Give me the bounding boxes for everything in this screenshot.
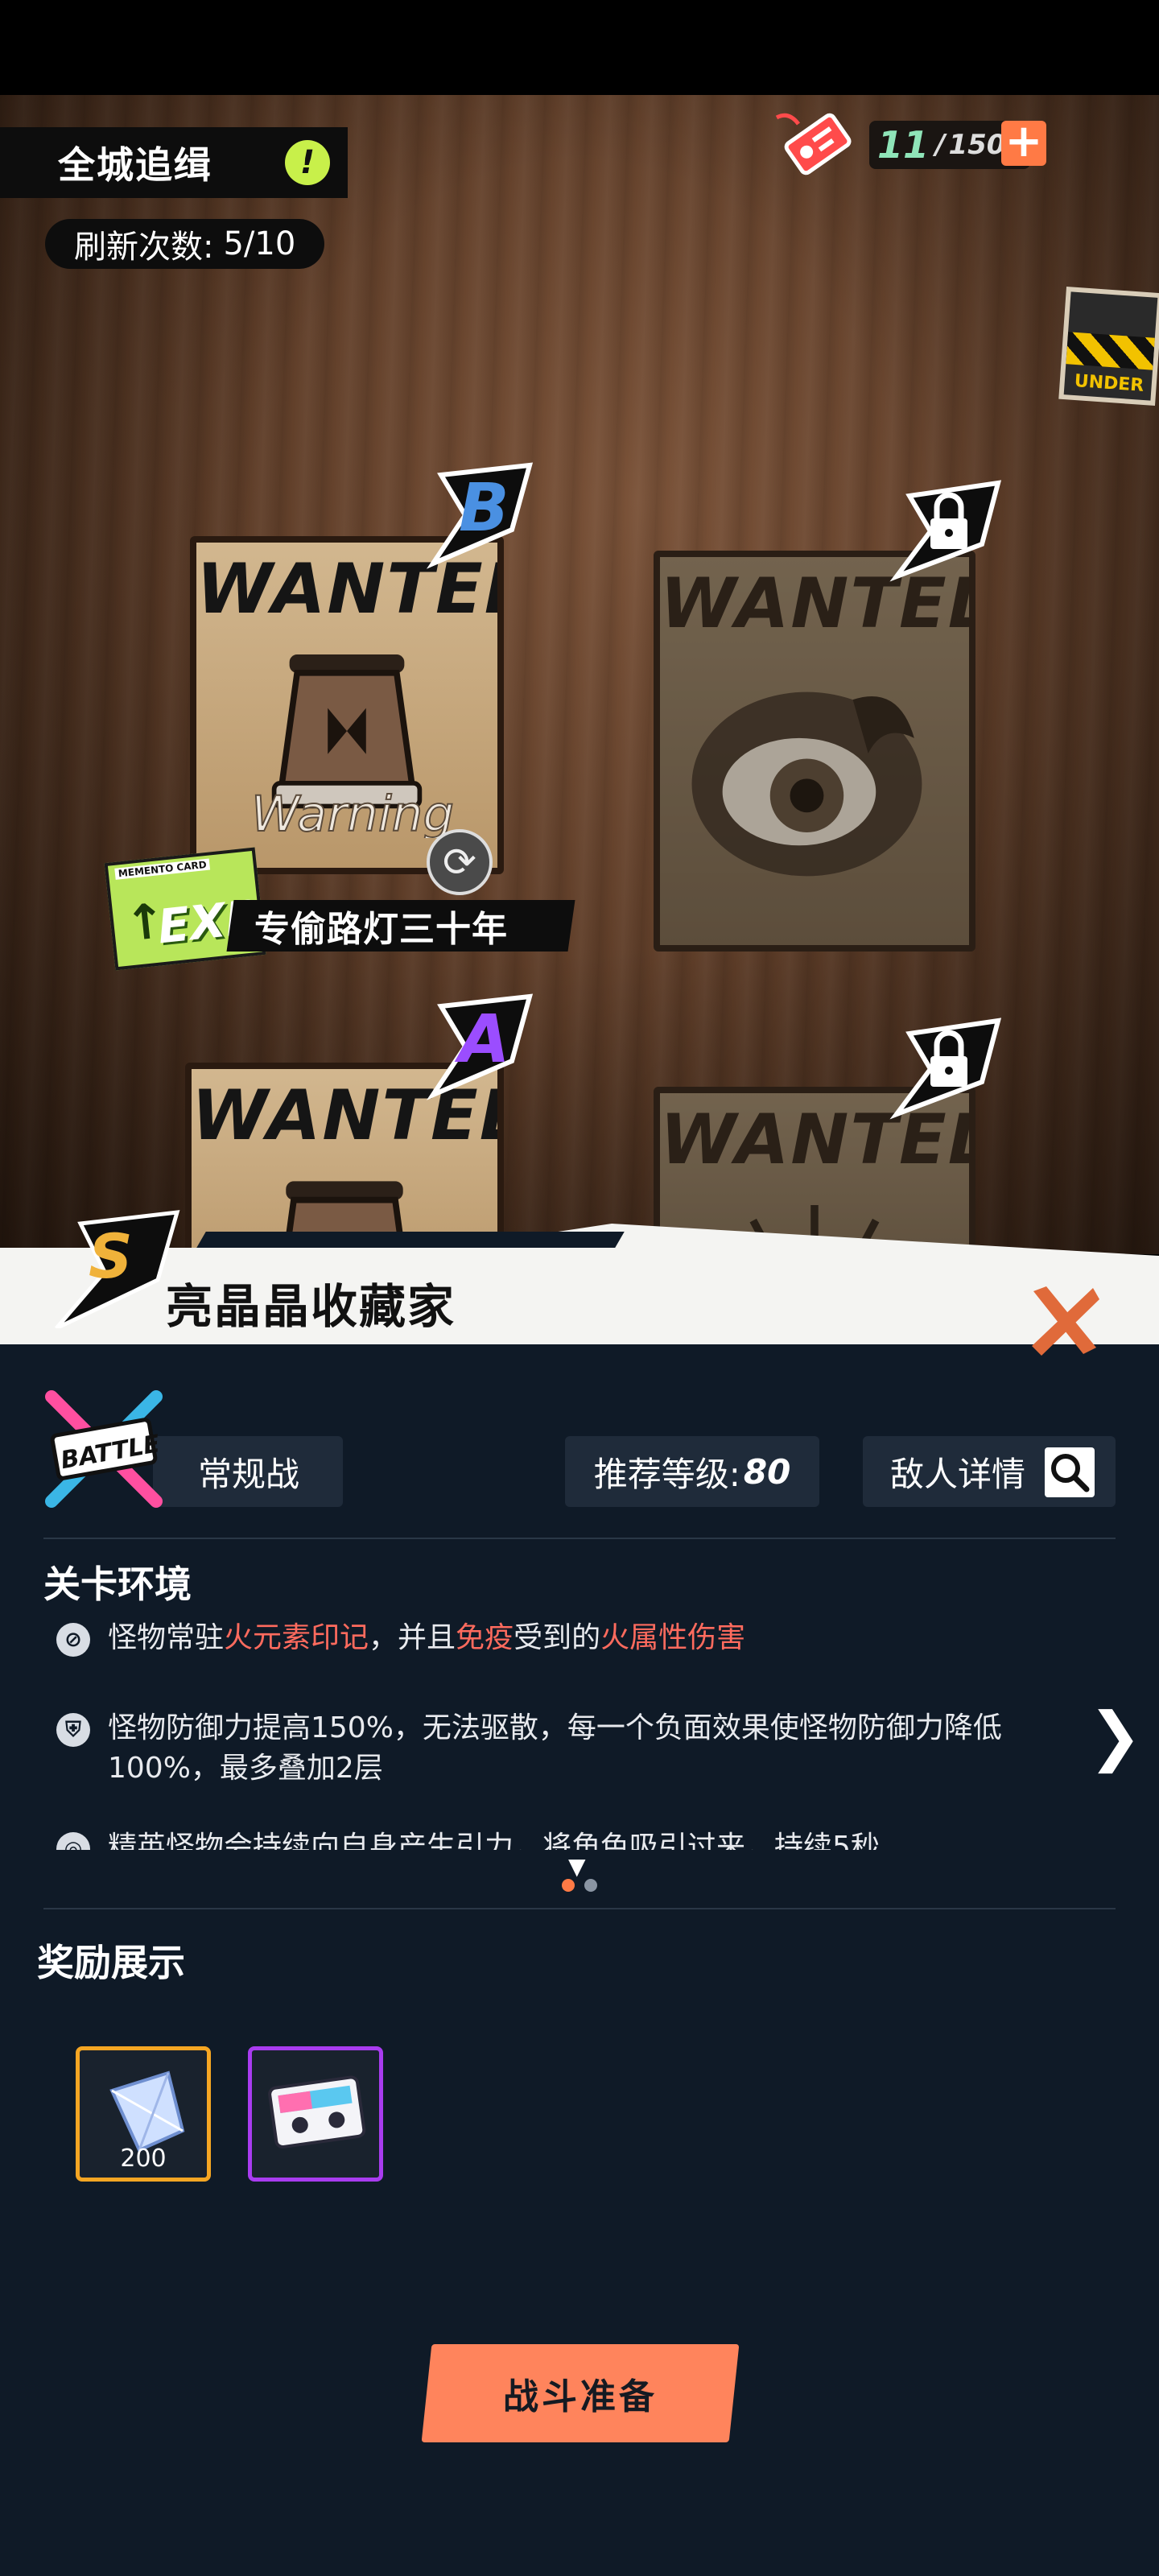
environment-rule-1-text: 怪物常驻火元素印记，并且免疫受到的火属性伤害 <box>108 1618 1087 1658</box>
eye-monster-portrait <box>691 691 922 877</box>
environment-rule-3: ◎ 精英怪物会持续向自身产生引力，将角色吸引过来，持续5秒 <box>56 1827 1087 1850</box>
rule-text: 怪物常驻 <box>108 1621 225 1654</box>
svg-text:Warning: Warning <box>251 786 454 839</box>
reward-count: 200 <box>120 2145 167 2173</box>
next-page-arrow[interactable]: ❯ <box>1088 1699 1142 1773</box>
target-detail-panel: S 亮晶晶收藏家 BATTLE 常规战 推荐等级: 80 敌人详情 关卡环境 ⊘… <box>0 1210 1159 2576</box>
gravity-icon: ◎ <box>56 1832 90 1850</box>
lock-icon <box>889 1018 1002 1120</box>
environment-rule-2: ⛨ 怪物防御力提高150%，无法驱散，每一个负面效果使怪物防御力降低100%，最… <box>56 1708 1087 1789</box>
page-dot[interactable] <box>584 1879 597 1892</box>
rule-highlight: 火元素印记 <box>224 1621 369 1654</box>
hazard-stripe <box>1066 332 1159 372</box>
target-name-banner: 专偷路灯三十年 <box>226 900 575 952</box>
environment-title: 关卡环境 <box>43 1563 192 1606</box>
refresh-label: 刷新次数: <box>74 229 214 266</box>
ticket-icon <box>775 113 852 175</box>
environment-rule-3-text: 精英怪物会持续向自身产生引力，将角色吸引过来，持续5秒 <box>108 1831 880 1850</box>
cassette-icon <box>268 2075 366 2149</box>
ticket-max: 150 <box>948 129 1006 161</box>
info-icon[interactable]: ! <box>285 140 330 185</box>
panel-accent-stripe <box>196 1232 625 1248</box>
battle-icon: BATTLE <box>45 1390 163 1508</box>
scroll-down-indicator: ▼ <box>568 1853 586 1880</box>
divider <box>43 1908 1116 1909</box>
ticket-separator: / <box>935 129 946 161</box>
search-icon <box>1045 1447 1095 1497</box>
rank-badge-s: S <box>40 1191 185 1331</box>
rank-badge-a: A <box>409 990 546 1103</box>
lock-badge-2 <box>877 1009 1014 1122</box>
ticket-counter: 11 / 150 + <box>773 109 1054 177</box>
rank-letter-b: B <box>459 470 509 547</box>
enemy-details-button[interactable]: 敌人详情 <box>863 1436 1116 1507</box>
refresh-value: 5/10 <box>223 225 296 262</box>
immune-icon: ⊘ <box>56 1623 90 1657</box>
environment-rule-3-row: ◎ 精英怪物会持续向自身产生引力，将角色吸引过来，持续5秒 <box>56 1827 1087 1850</box>
rule-highlight: 火属性伤害 <box>600 1621 746 1654</box>
boss-name: 亮晶晶收藏家 <box>166 1279 456 1334</box>
battle-type: 常规战 <box>198 1454 300 1494</box>
recommended-level-label: 推荐等级: <box>593 1454 740 1494</box>
lock-icon <box>889 480 1002 582</box>
wanted-poster-2[interactable]: WANTED <box>654 551 975 952</box>
add-tickets-button[interactable]: + <box>1001 119 1046 166</box>
recommended-level-value: 80 <box>743 1451 791 1492</box>
wanted-poster-1[interactable]: WANTED Warning <box>190 536 504 874</box>
rule-text: 受到的 <box>514 1621 601 1654</box>
reward-item-cassette[interactable] <box>248 2046 383 2182</box>
battle-type-chip: 常规战 <box>153 1436 343 1507</box>
close-button[interactable] <box>1024 1280 1104 1360</box>
rule-highlight: 免疫 <box>456 1621 514 1654</box>
environment-rule-2-text: 怪物防御力提高150%，无法驱散，每一个负面效果使怪物防御力降低100%，最多叠… <box>108 1711 1002 1785</box>
rewards-title: 奖励展示 <box>37 1941 185 1984</box>
lock-badge-1 <box>877 472 1014 584</box>
page-dot-active[interactable] <box>562 1879 575 1892</box>
poster-1-name-tag: MEMENTO CARD ↑ EXP 专偷路灯三十年 <box>104 847 575 971</box>
rank-letter-s: S <box>89 1220 133 1292</box>
defense-icon: ⛨ <box>56 1713 90 1747</box>
environment-rule-1: ⊘ 怪物常驻火元素印记，并且免疫受到的火属性伤害 <box>56 1618 1087 1658</box>
refresh-count-pill: 刷新次数: 5/10 <box>45 219 325 269</box>
status-bar <box>0 0 1159 95</box>
exp-card-title: MEMENTO CARD <box>114 858 211 880</box>
divider <box>43 1538 1116 1539</box>
side-event-card[interactable]: UNDER <box>1058 286 1159 407</box>
side-card-label: UNDER <box>1073 370 1145 396</box>
battle-prepare-label: 战斗准备 <box>503 2376 658 2417</box>
rank-badge-b: B <box>409 459 546 572</box>
recommended-level-chip: 推荐等级: 80 <box>565 1436 819 1507</box>
enemy-details-label: 敌人详情 <box>890 1454 1026 1494</box>
reward-item-crystal[interactable]: 200 <box>76 2046 211 2182</box>
rule-text: ，并且 <box>369 1621 456 1654</box>
ticket-current: 11 <box>877 123 930 167</box>
panel-body: BATTLE 常规战 推荐等级: 80 敌人详情 关卡环境 ⊘ 怪物常驻火元素印… <box>0 1344 1159 2576</box>
page-title: 全城追缉 <box>58 143 212 187</box>
battle-prepare-button[interactable]: 战斗准备 <box>421 2344 740 2442</box>
target-name: 专偷路灯三十年 <box>254 909 508 950</box>
streetlamp-portrait: Warning <box>250 654 455 839</box>
page-title-tag: 全城追缉 ! <box>0 127 348 198</box>
rank-letter-a: A <box>459 1001 510 1078</box>
